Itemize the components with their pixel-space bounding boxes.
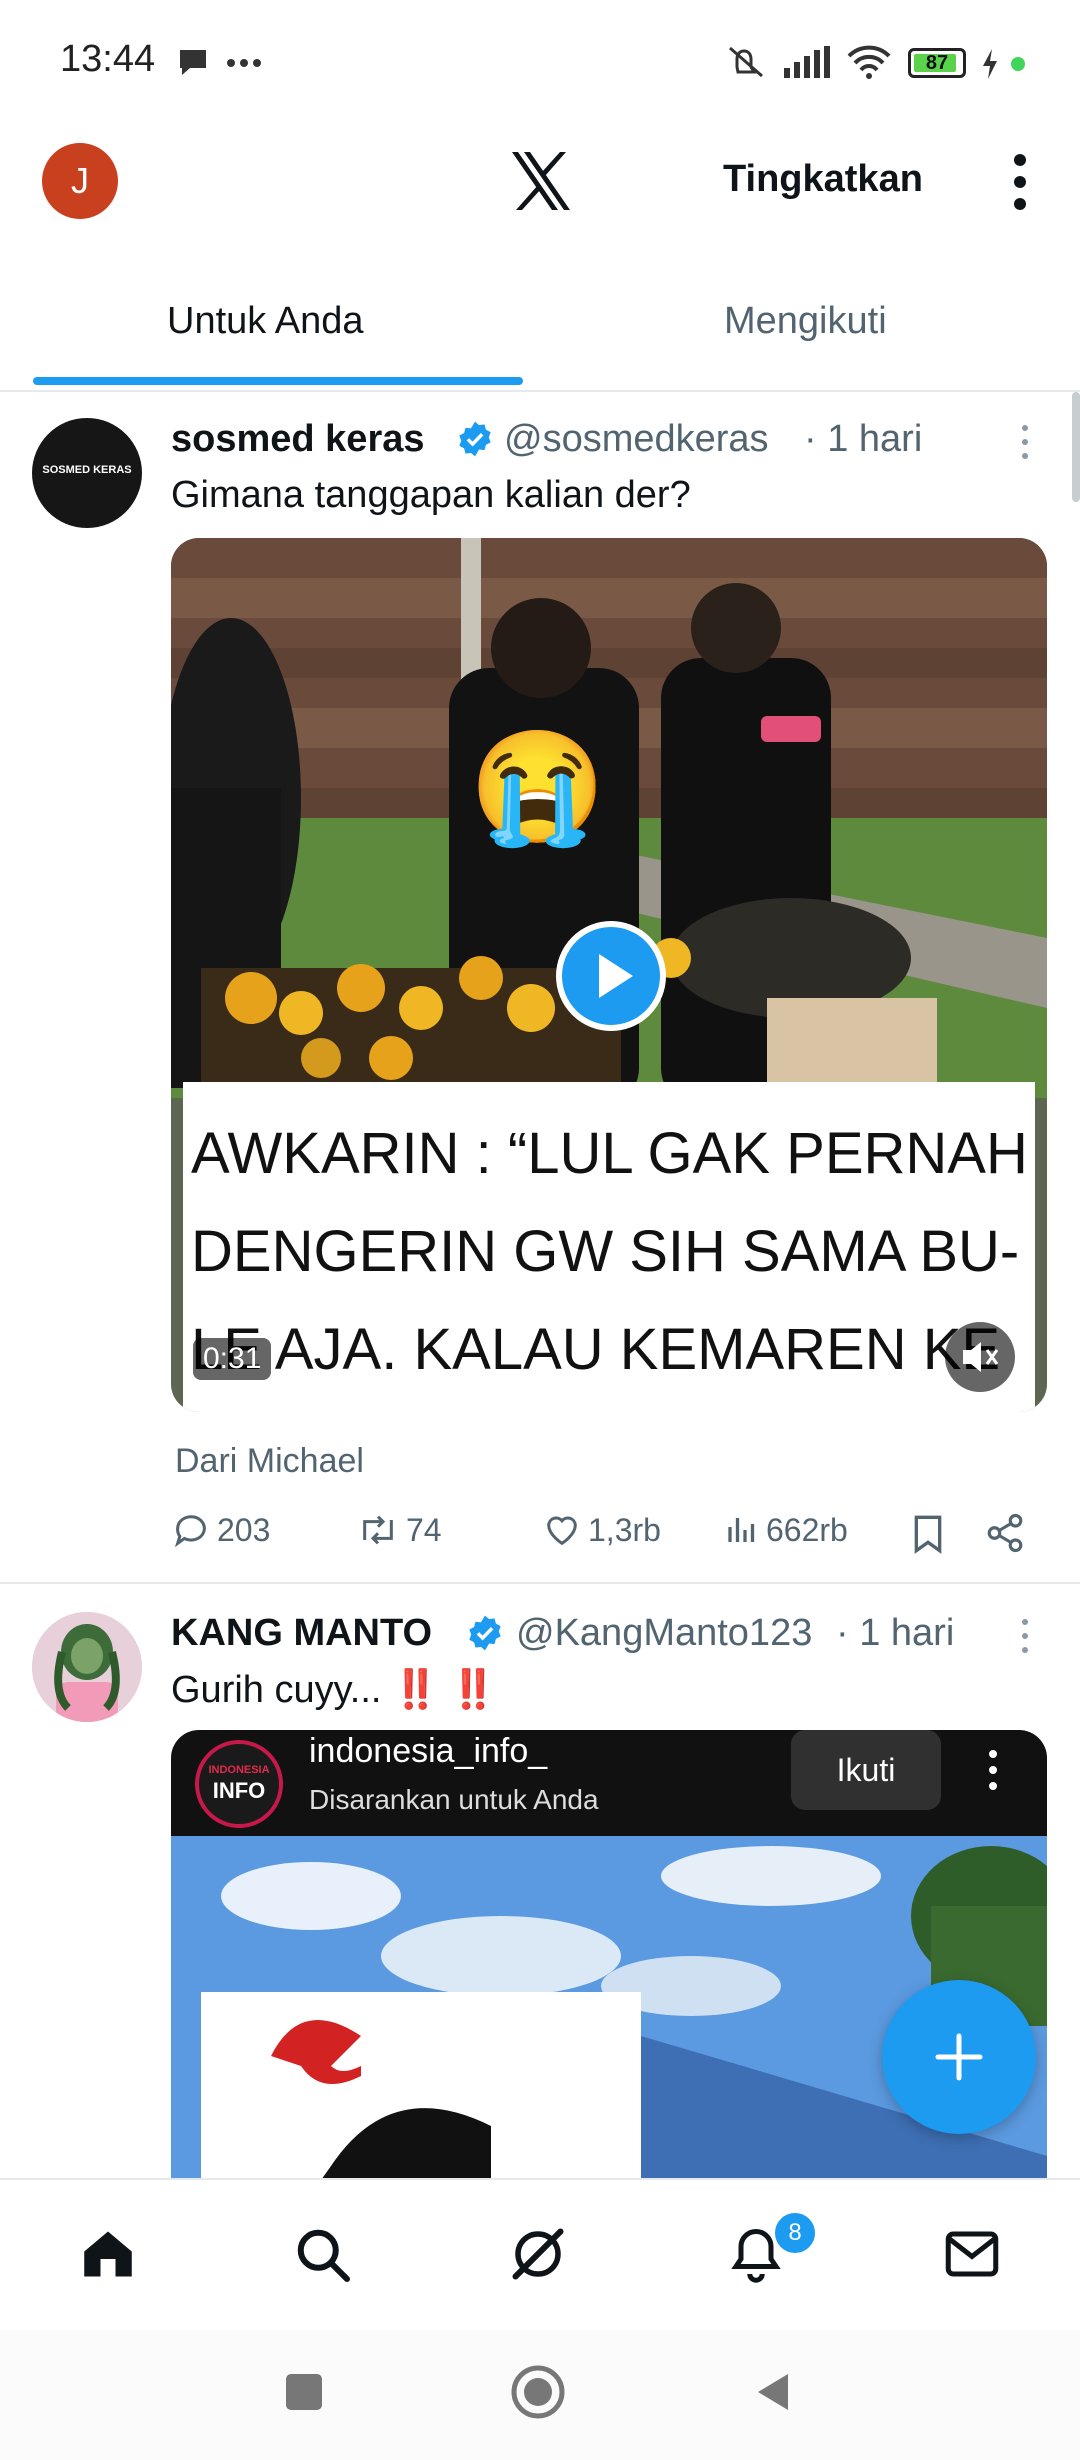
like-count: 1,3rb [588, 1511, 661, 1548]
embed-account-name[interactable]: indonesia_info_ [309, 1732, 547, 1771]
profile-avatar[interactable]: J [42, 143, 118, 219]
tweet-text: Gurih cuyy... ‼️ ‼️ [171, 1669, 498, 1711]
like-icon [547, 1516, 577, 1546]
grok-icon[interactable] [508, 2224, 568, 2284]
logo-text: INDONESIA [208, 1764, 270, 1776]
tab-for-you[interactable]: Untuk Anda [167, 300, 363, 343]
upgrade-button[interactable]: Tingkatkan [723, 158, 923, 201]
retweet-count: 74 [406, 1511, 442, 1548]
video-caption-box: AWKARIN : “LUL GAK PERNAH DENGERIN GW SI… [183, 1082, 1035, 1412]
tweet-author-avatar[interactable] [32, 1612, 142, 1722]
tweet-text: Gimana tanggapan kalian der? [171, 474, 691, 516]
embed-menu-icon[interactable] [983, 1748, 1003, 1792]
volume-mute-icon[interactable] [943, 1320, 1017, 1394]
tweet-handle[interactable]: @sosmedkeras [504, 418, 769, 461]
views-count: 662rb [766, 1511, 848, 1548]
system-home-icon[interactable] [510, 2364, 566, 2420]
crying-emoji: 😭 [469, 726, 606, 849]
status-time: 13:44 [60, 38, 156, 80]
tweet-time: · 1 hari [804, 418, 923, 460]
back-icon[interactable] [752, 2370, 796, 2414]
notification-badge: 8 [772, 2210, 818, 2256]
tweet-author-name[interactable]: KANG MANTO [171, 1612, 432, 1655]
caption-line: LE AJA. KALAU KEMAREN KE [191, 1317, 1001, 1382]
tweet-author-avatar[interactable]: SOSMED KERAS [32, 418, 142, 528]
chat-bubble-icon [180, 50, 206, 75]
avatar-text: SOSMED KERAS [42, 464, 132, 476]
tweet-author-name[interactable]: sosmed keras [171, 418, 425, 461]
retweet-action[interactable]: 74 [356, 1510, 442, 1550]
tweet-source-label[interactable]: Dari Michael [175, 1442, 364, 1481]
follow-button[interactable]: Ikuti [791, 1730, 941, 1810]
like-action[interactable]: 1,3rb [542, 1510, 661, 1550]
home-icon[interactable] [78, 2224, 138, 2284]
account-logo: INDONESIA INFO [195, 1740, 283, 1828]
scrollbar-thumb[interactable] [1072, 392, 1080, 502]
views-icon [728, 1518, 755, 1542]
battery-level: 87 [925, 52, 949, 74]
retweet-icon [363, 1515, 393, 1545]
caption-line: DENGERIN GW SIH SAMA BU- [191, 1219, 1020, 1284]
tab-following[interactable]: Mengikuti [724, 300, 887, 343]
verified-icon [459, 421, 491, 457]
reply-icon [174, 1515, 206, 1548]
share-icon[interactable] [984, 1512, 1026, 1554]
system-navigation-bar [0, 2330, 1080, 2460]
x-logo-icon[interactable] [508, 148, 574, 214]
mute-icon [729, 46, 763, 78]
divider [0, 390, 1080, 392]
divider [0, 1582, 1080, 1584]
tweet-video[interactable]: 😭 AWKARIN : “LUL GAK PERNAH DENGERIN GW … [171, 538, 1047, 1412]
more-dots-icon [227, 59, 261, 67]
search-icon[interactable] [292, 2224, 352, 2284]
tweet-time: · 1 hari [836, 1612, 955, 1654]
verified-icon [469, 1615, 501, 1651]
logo-text: INFO [212, 1778, 266, 1803]
bookmark-icon[interactable] [908, 1512, 948, 1556]
wifi-icon [847, 45, 891, 79]
caption-line: AWKARIN : “LUL GAK PERNAH [191, 1121, 1028, 1186]
bottom-navigation [0, 2178, 1080, 2332]
status-bar: 13:44 87 [0, 0, 1080, 128]
tweet-menu-icon[interactable] [1010, 422, 1040, 462]
compose-button[interactable] [882, 1980, 1036, 2134]
active-tab-indicator [33, 377, 523, 385]
avatar-illustration [32, 1612, 142, 1722]
video-duration: 0:31 [193, 1338, 272, 1380]
recents-icon[interactable] [284, 2372, 324, 2412]
embed-header: INDONESIA INFO indonesia_info_ Disaranka… [171, 1730, 1047, 1836]
battery-icon: 87 [908, 48, 966, 78]
reply-count: 203 [217, 1511, 271, 1548]
play-icon[interactable] [555, 920, 667, 1032]
active-dot-icon [1011, 57, 1025, 71]
embed-subtitle: Disarankan untuk Anda [309, 1784, 599, 1815]
plus-icon [935, 2033, 983, 2081]
signal-icon [784, 46, 830, 78]
more-vertical-icon[interactable] [1000, 150, 1040, 214]
reply-action[interactable]: 203 [171, 1510, 270, 1550]
tweet-menu-icon[interactable] [1010, 1616, 1040, 1656]
tweet-handle[interactable]: @KangManto123 [516, 1612, 812, 1655]
mail-icon[interactable] [942, 2226, 1002, 2282]
charging-icon [983, 49, 997, 79]
views-action[interactable]: 662rb [724, 1510, 848, 1550]
